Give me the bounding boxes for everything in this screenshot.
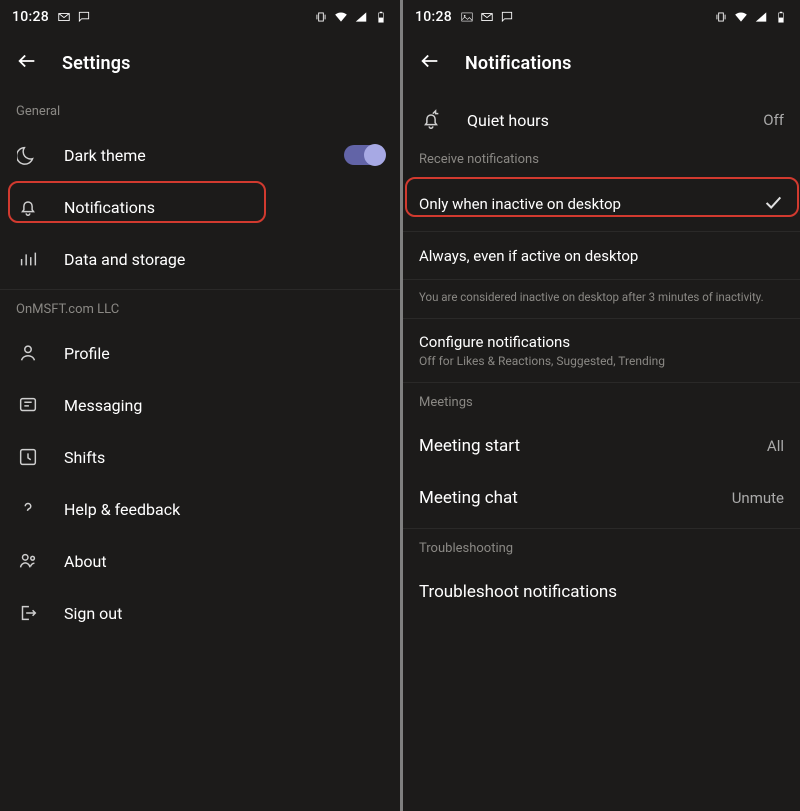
row-quiet-hours[interactable]: Quiet hours Off: [403, 96, 800, 144]
row-about[interactable]: About: [0, 535, 400, 587]
row-profile[interactable]: Profile: [0, 327, 400, 379]
data-storage-label: Data and storage: [64, 250, 384, 269]
battery-icon: [374, 10, 388, 24]
app-bar: Settings: [0, 32, 400, 96]
option-always[interactable]: Always, even if active on desktop: [403, 232, 800, 280]
troubleshoot-label: Troubleshoot notifications: [419, 582, 617, 602]
divider: [0, 289, 400, 290]
message-icon: [77, 10, 91, 24]
page-title: Settings: [62, 53, 131, 74]
help-icon: [16, 497, 40, 521]
row-sign-out[interactable]: Sign out: [0, 587, 400, 639]
messaging-label: Messaging: [64, 396, 384, 415]
row-messaging[interactable]: Messaging: [0, 379, 400, 431]
sign-out-label: Sign out: [64, 604, 384, 623]
help-label: Help & feedback: [64, 500, 384, 519]
clock-icon: [16, 445, 40, 469]
section-org: OnMSFT.com LLC: [0, 294, 400, 327]
status-bar: 10:28: [0, 0, 400, 32]
bell-icon: [16, 195, 40, 219]
configure-sub: Off for Likes & Reactions, Suggested, Tr…: [419, 354, 784, 368]
meeting-start-value: All: [767, 437, 784, 455]
dark-theme-toggle[interactable]: [344, 145, 384, 165]
message-icon: [500, 10, 514, 24]
status-time: 10:28: [12, 9, 49, 25]
row-troubleshoot[interactable]: Troubleshoot notifications: [403, 566, 800, 618]
profile-icon: [16, 341, 40, 365]
data-icon: [16, 247, 40, 271]
vibrate-icon: [714, 10, 728, 24]
configure-label: Configure notifications: [419, 333, 784, 351]
row-meeting-start[interactable]: Meeting start All: [403, 420, 800, 472]
app-bar: Notifications: [403, 32, 800, 96]
mail-icon: [57, 10, 71, 24]
messaging-icon: [16, 393, 40, 417]
status-bar: 10:28: [403, 0, 800, 32]
phone-settings: 10:28 Settings General Dark theme: [0, 0, 400, 811]
profile-label: Profile: [64, 344, 384, 363]
section-receive: Receive notifications: [403, 144, 800, 177]
row-dark-theme[interactable]: Dark theme: [0, 129, 400, 181]
row-notifications[interactable]: Notifications: [0, 181, 400, 233]
notifications-label: Notifications: [64, 198, 384, 217]
quiet-hours-label: Quiet hours: [467, 111, 739, 130]
divider: [403, 528, 800, 529]
quiet-hours-icon: [419, 108, 443, 132]
section-general: General: [0, 96, 400, 129]
row-meeting-chat[interactable]: Meeting chat Unmute: [403, 472, 800, 524]
about-label: About: [64, 552, 384, 571]
section-troubleshoot: Troubleshooting: [403, 533, 800, 566]
wifi-icon: [734, 10, 748, 24]
moon-icon: [16, 143, 40, 167]
phone-notifications: 10:28 Notifications Quiet hours Off Rece…: [400, 0, 800, 811]
teams-icon: [16, 549, 40, 573]
meeting-chat-label: Meeting chat: [419, 488, 518, 508]
signal-icon: [754, 10, 768, 24]
page-title: Notifications: [465, 53, 572, 74]
back-button[interactable]: [16, 50, 38, 76]
signal-icon: [354, 10, 368, 24]
meeting-chat-value: Unmute: [732, 489, 784, 507]
option-always-label: Always, even if active on desktop: [419, 247, 638, 265]
mail-icon: [480, 10, 494, 24]
image-icon: [460, 10, 474, 24]
shifts-label: Shifts: [64, 448, 384, 467]
row-help[interactable]: Help & feedback: [0, 483, 400, 535]
row-shifts[interactable]: Shifts: [0, 431, 400, 483]
meeting-start-label: Meeting start: [419, 436, 520, 456]
option-inactive-desktop[interactable]: Only when inactive on desktop: [403, 177, 800, 232]
row-data-storage[interactable]: Data and storage: [0, 233, 400, 285]
inactivity-note: You are considered inactive on desktop a…: [403, 280, 800, 319]
back-button[interactable]: [419, 50, 441, 76]
vibrate-icon: [314, 10, 328, 24]
quiet-hours-value: Off: [763, 111, 784, 129]
wifi-icon: [334, 10, 348, 24]
option-inactive-label: Only when inactive on desktop: [419, 195, 621, 213]
check-icon: [762, 191, 784, 217]
sign-out-icon: [16, 601, 40, 625]
battery-icon: [774, 10, 788, 24]
row-configure-notifications[interactable]: Configure notifications Off for Likes & …: [403, 319, 800, 383]
section-meetings: Meetings: [403, 387, 800, 420]
status-time: 10:28: [415, 9, 452, 25]
dark-theme-label: Dark theme: [64, 146, 320, 165]
